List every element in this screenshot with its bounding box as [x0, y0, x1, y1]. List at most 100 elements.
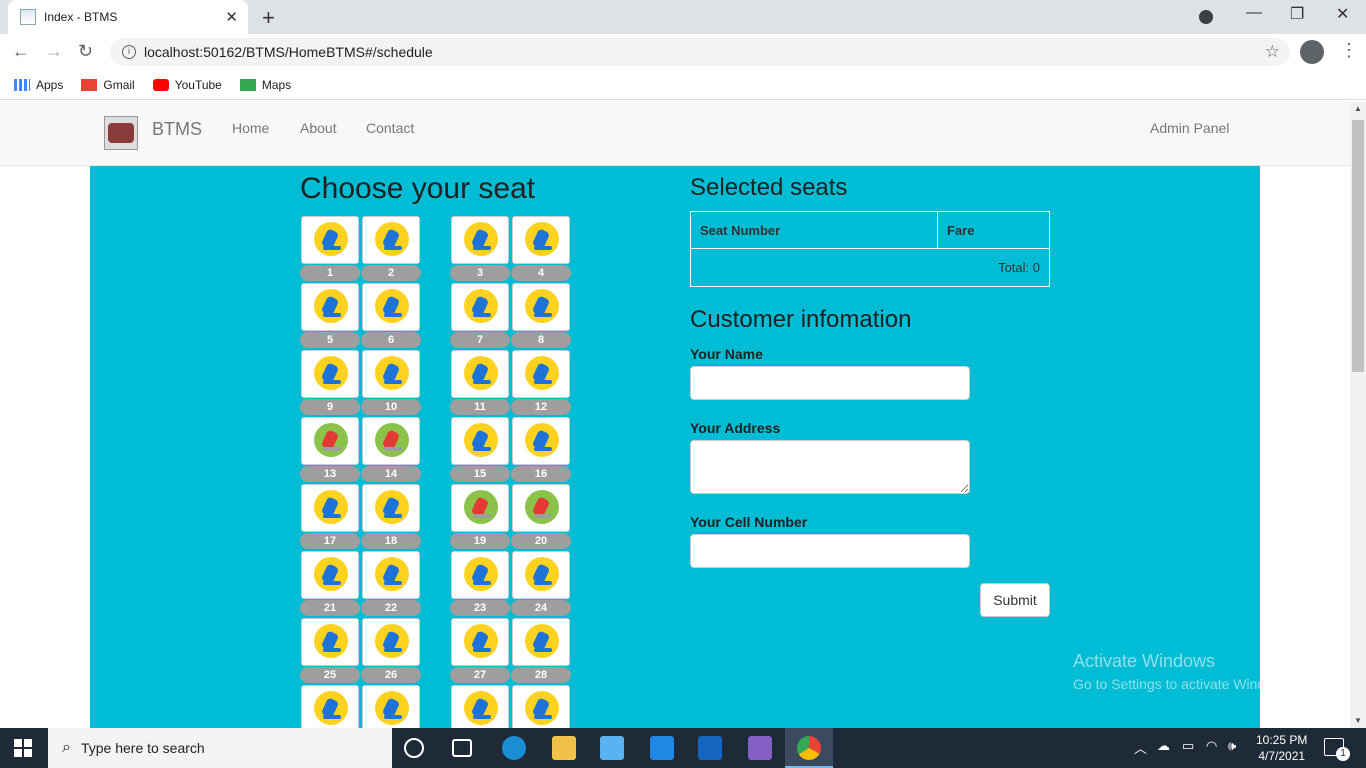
seat-5[interactable]: 5: [300, 283, 360, 349]
restore-icon[interactable]: ❐: [1290, 4, 1304, 24]
submit-button[interactable]: Submit: [980, 583, 1050, 617]
seat-box: [451, 484, 509, 532]
fare-header: Fare: [937, 211, 1050, 249]
menu-kebab-icon[interactable]: ⋮: [1340, 40, 1358, 61]
watermark-line-1: Activate Windows: [1073, 651, 1216, 671]
seat-21[interactable]: 21: [300, 551, 360, 617]
mail-icon[interactable]: [650, 736, 674, 760]
seat-7[interactable]: 7: [450, 283, 510, 349]
file-explorer-icon[interactable]: [552, 736, 576, 760]
seat-3[interactable]: 3: [450, 216, 510, 282]
task-view-icon[interactable]: [452, 739, 472, 757]
seat-4[interactable]: 4: [511, 216, 571, 282]
name-input[interactable]: [690, 366, 970, 400]
site-info-icon[interactable]: i: [122, 45, 136, 59]
seat-row8-col3[interactable]: [450, 685, 510, 728]
media-player-icon[interactable]: [698, 736, 722, 760]
new-tab-icon[interactable]: +: [262, 5, 275, 31]
nav-contact-link[interactable]: Contact: [366, 120, 414, 136]
seat-row8-col4[interactable]: [511, 685, 571, 728]
minimize-icon[interactable]: —: [1246, 4, 1262, 22]
battery-icon[interactable]: ▭: [1182, 738, 1194, 754]
tray-chevron-icon[interactable]: ︿: [1134, 738, 1147, 757]
brand-link[interactable]: BTMS: [152, 119, 202, 140]
seat-26[interactable]: 26: [361, 618, 421, 684]
seat-number-label: 5: [300, 332, 360, 348]
search-placeholder: Type here to search: [80, 740, 205, 756]
seat-box: [362, 618, 420, 666]
seat-23[interactable]: 23: [450, 551, 510, 617]
cortana-icon[interactable]: [404, 738, 424, 758]
seat-1[interactable]: 1: [300, 216, 360, 282]
windows-start-icon[interactable]: [14, 739, 32, 757]
bookmark-gmail[interactable]: Gmail: [81, 78, 135, 92]
seat-6[interactable]: 6: [361, 283, 421, 349]
available-seat-icon: [314, 356, 348, 390]
seat-24[interactable]: 24: [511, 551, 571, 617]
wifi-icon[interactable]: ◠: [1206, 738, 1217, 754]
scroll-down-icon[interactable]: ▼: [1354, 716, 1362, 725]
seat-box: [362, 350, 420, 398]
chrome-taskbar-button[interactable]: [785, 728, 833, 768]
seat-number-label: 28: [511, 667, 571, 683]
seat-10[interactable]: 10: [361, 350, 421, 416]
system-clock[interactable]: 10:25 PM 4/7/2021: [1256, 732, 1307, 764]
bookmark-star-icon[interactable]: ☆: [1265, 42, 1280, 62]
seat-17[interactable]: 17: [300, 484, 360, 550]
nav-home-link[interactable]: Home: [232, 120, 269, 136]
seat-9[interactable]: 9: [300, 350, 360, 416]
scroll-up-icon[interactable]: ▲: [1354, 104, 1362, 113]
available-seat-icon: [525, 624, 559, 658]
available-seat-icon: [525, 691, 559, 725]
forward-icon[interactable]: →: [45, 41, 63, 62]
profile-avatar-icon[interactable]: [1300, 40, 1324, 64]
available-seat-icon: [525, 289, 559, 323]
close-window-icon[interactable]: ✕: [1336, 4, 1349, 24]
volume-icon[interactable]: 🕪: [1228, 738, 1236, 754]
taskbar-search-box[interactable]: ⌕ Type here to search: [48, 728, 392, 768]
available-seat-icon: [375, 289, 409, 323]
seat-row8-col1[interactable]: [300, 685, 360, 728]
cell-number-input[interactable]: [690, 534, 970, 568]
seat-8[interactable]: 8: [511, 283, 571, 349]
seat-row8-col2[interactable]: [361, 685, 421, 728]
tab-search-icon[interactable]: [1199, 10, 1213, 24]
seat-12[interactable]: 12: [511, 350, 571, 416]
bus-logo-icon[interactable]: [104, 116, 138, 150]
reload-icon[interactable]: ↻: [78, 41, 93, 62]
address-bar[interactable]: i localhost:50162/BTMS/HomeBTMS#/schedul…: [110, 38, 1290, 66]
seat-22[interactable]: 22: [361, 551, 421, 617]
available-seat-icon: [464, 423, 498, 457]
close-tab-icon[interactable]: ✕: [225, 8, 238, 26]
bookmark-maps[interactable]: Maps: [239, 78, 291, 92]
notification-center-icon[interactable]: 1: [1324, 738, 1350, 761]
nav-about-link[interactable]: About: [300, 120, 337, 136]
seat-28[interactable]: 28: [511, 618, 571, 684]
scrollbar-thumb[interactable]: [1352, 120, 1364, 372]
seat-18[interactable]: 18: [361, 484, 421, 550]
seat-number-label: 22: [361, 600, 421, 616]
seat-number-label: 9: [300, 399, 360, 415]
bookmark-youtube[interactable]: YouTube: [152, 78, 222, 92]
address-textarea[interactable]: [690, 440, 970, 494]
bookmark-apps[interactable]: Apps: [14, 78, 63, 92]
microsoft-store-icon[interactable]: [600, 736, 624, 760]
seat-25[interactable]: 25: [300, 618, 360, 684]
edge-browser-icon[interactable]: [502, 736, 526, 760]
seat-box: [362, 216, 420, 264]
back-icon[interactable]: ←: [12, 41, 30, 62]
visual-studio-icon[interactable]: [748, 736, 772, 760]
seat-16[interactable]: 16: [511, 417, 571, 483]
seat-15[interactable]: 15: [450, 417, 510, 483]
seat-box: [362, 484, 420, 532]
url-text: localhost:50162/BTMS/HomeBTMS#/schedule: [144, 44, 433, 60]
browser-tab[interactable]: Index - BTMS ✕: [8, 0, 248, 34]
chrome-icon: [797, 736, 821, 760]
onedrive-icon[interactable]: ☁: [1157, 738, 1170, 754]
seat-27[interactable]: 27: [450, 618, 510, 684]
seat-number-label: 15: [450, 466, 510, 482]
seat-11[interactable]: 11: [450, 350, 510, 416]
nav-admin-panel-link[interactable]: Admin Panel: [1150, 120, 1229, 136]
seat-2[interactable]: 2: [361, 216, 421, 282]
page-scrollbar[interactable]: ▲ ▼: [1350, 102, 1366, 728]
